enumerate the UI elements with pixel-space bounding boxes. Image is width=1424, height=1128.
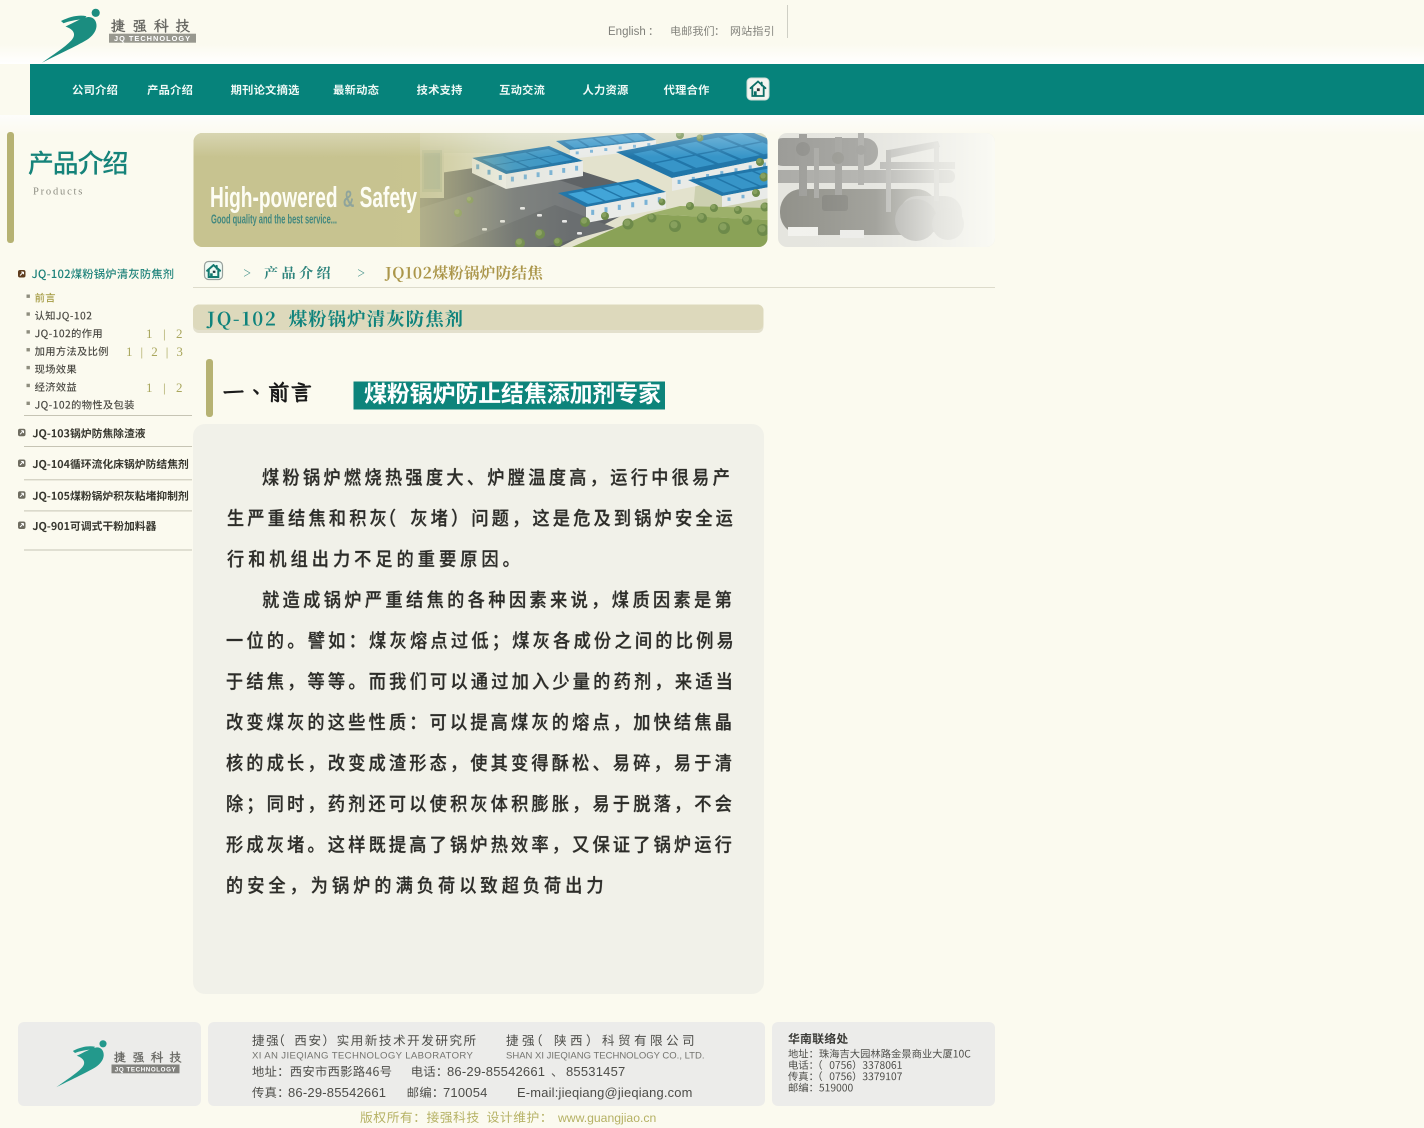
svg-text:English: English [608, 26, 646, 38]
svg-text:XI AN JIEQIANG TECHNOLOGY LABO: XI AN JIEQIANG TECHNOLOGY LABORATORY [252, 1051, 473, 1062]
svg-text:High-powered & Safety: High-powered & Safety [210, 182, 417, 214]
svg-text:1 | 2: 1 | 2 [146, 326, 186, 341]
svg-text:86-29-85542661: 86-29-85542661 [288, 1085, 386, 1100]
svg-text:www.guangjiao.cn: www.guangjiao.cn [557, 1111, 656, 1125]
svg-text:SHAN XI JIEQIANG TECHNOLOGY CO: SHAN XI JIEQIANG TECHNOLOGY CO., LTD. [506, 1051, 704, 1062]
svg-text:86-29-85542661: 86-29-85542661 [447, 1064, 545, 1079]
svg-text:JQ TECHNOLOGY: JQ TECHNOLOGY [114, 34, 191, 43]
svg-text:E-mail:jieqiang@jieqiang.com: E-mail:jieqiang@jieqiang.com [517, 1085, 693, 1100]
svg-text:Good quality and the best serv: Good quality and the best service... [211, 212, 337, 227]
svg-text:JQ TECHNOLOGY: JQ TECHNOLOGY [115, 1067, 177, 1074]
svg-text:Products: Products [33, 187, 84, 198]
svg-text:1 | 2: 1 | 2 [146, 380, 186, 395]
svg-text:710054: 710054 [443, 1085, 488, 1100]
svg-text:1 | 2 | 3: 1 | 2 | 3 [126, 344, 185, 359]
svg-text:85531457: 85531457 [566, 1064, 625, 1079]
